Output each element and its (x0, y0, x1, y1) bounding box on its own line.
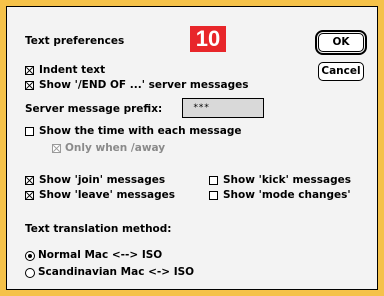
normal-mac-iso-radio[interactable] (25, 251, 35, 261)
only-when-away-label: Only when /away (65, 142, 166, 154)
server-prefix-input[interactable]: *** (182, 98, 264, 118)
show-leave-label: Show 'leave' messages (39, 189, 175, 201)
scandinavian-mac-iso-label: Scandinavian Mac <-> ISO (38, 266, 195, 278)
show-leave-checkbox[interactable] (25, 191, 34, 200)
server-prefix-label: Server message prefix: (25, 103, 163, 115)
show-join-label: Show 'join' messages (39, 174, 166, 186)
dialog-title: Text preferences (25, 35, 125, 47)
translation-method-label: Text translation method: (25, 223, 172, 235)
step-number-badge: 10 (190, 26, 226, 52)
show-time-label: Show the time with each message (39, 125, 242, 137)
scandinavian-mac-iso-radio[interactable] (25, 268, 35, 278)
indent-text-checkbox[interactable] (25, 66, 34, 75)
show-kick-label: Show 'kick' messages (223, 174, 352, 186)
only-when-away-checkbox (52, 144, 61, 153)
indent-text-label: Indent text (39, 64, 106, 76)
cancel-button[interactable]: Cancel (318, 62, 364, 81)
show-join-checkbox[interactable] (25, 176, 34, 185)
show-mode-label: Show 'mode changes' (223, 189, 351, 201)
show-end-of-label: Show '/END OF ...' server messages (39, 79, 249, 91)
normal-mac-iso-label: Normal Mac <--> ISO (38, 249, 163, 261)
show-end-of-checkbox[interactable] (25, 81, 34, 90)
show-mode-checkbox[interactable] (209, 191, 218, 200)
show-time-checkbox[interactable] (25, 127, 34, 136)
show-kick-checkbox[interactable] (209, 176, 218, 185)
ok-button[interactable]: OK (318, 33, 364, 52)
